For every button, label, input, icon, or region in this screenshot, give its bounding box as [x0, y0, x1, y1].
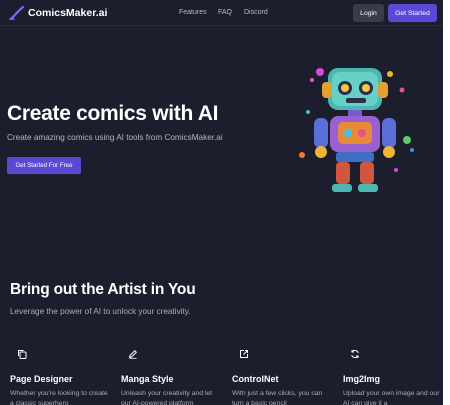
nav-link-features[interactable]: Features: [179, 9, 207, 16]
get-started-free-button[interactable]: Get Started For Free: [7, 157, 81, 174]
feature-title: Manga Style: [121, 374, 174, 384]
copy-icon: [18, 350, 27, 359]
page-background: ComicsMaker.ai Features FAQ Discord Logi…: [0, 0, 443, 405]
logo-icon[interactable]: [9, 6, 25, 20]
login-button[interactable]: Login: [353, 4, 384, 22]
feature-title: Img2Img: [343, 374, 381, 384]
section-title: Bring out the Artist in You: [10, 281, 196, 298]
brand-name[interactable]: ComicsMaker.ai: [28, 7, 107, 19]
feature-title: Page Designer: [10, 374, 73, 384]
top-nav: ComicsMaker.ai Features FAQ Discord Logi…: [0, 0, 443, 26]
nav-link-faq[interactable]: FAQ: [218, 9, 232, 16]
nav-link-discord[interactable]: Discord: [244, 9, 268, 16]
section-subtitle: Leverage the power of AI to unlock your …: [10, 307, 191, 316]
feature-description: With just a few clicks, you can turn a b…: [232, 390, 323, 405]
external-edit-icon: [240, 350, 248, 358]
hero-title: Create comics with AI: [7, 102, 219, 125]
feature-description: Upload your own image and our AI can giv…: [343, 390, 440, 405]
feature-title: ControlNet: [232, 374, 279, 384]
feature-description: Whether you're looking to create a class…: [10, 390, 108, 405]
edit-icon: [128, 349, 138, 359]
get-started-button[interactable]: Get Started: [388, 4, 437, 22]
robot-illustration: [299, 68, 414, 192]
hero-subtitle: Create amazing comics using AI tools fro…: [7, 133, 223, 142]
feature-description: Unleash your creativity and let our AI-p…: [121, 390, 213, 405]
refresh-icon: [351, 349, 359, 359]
